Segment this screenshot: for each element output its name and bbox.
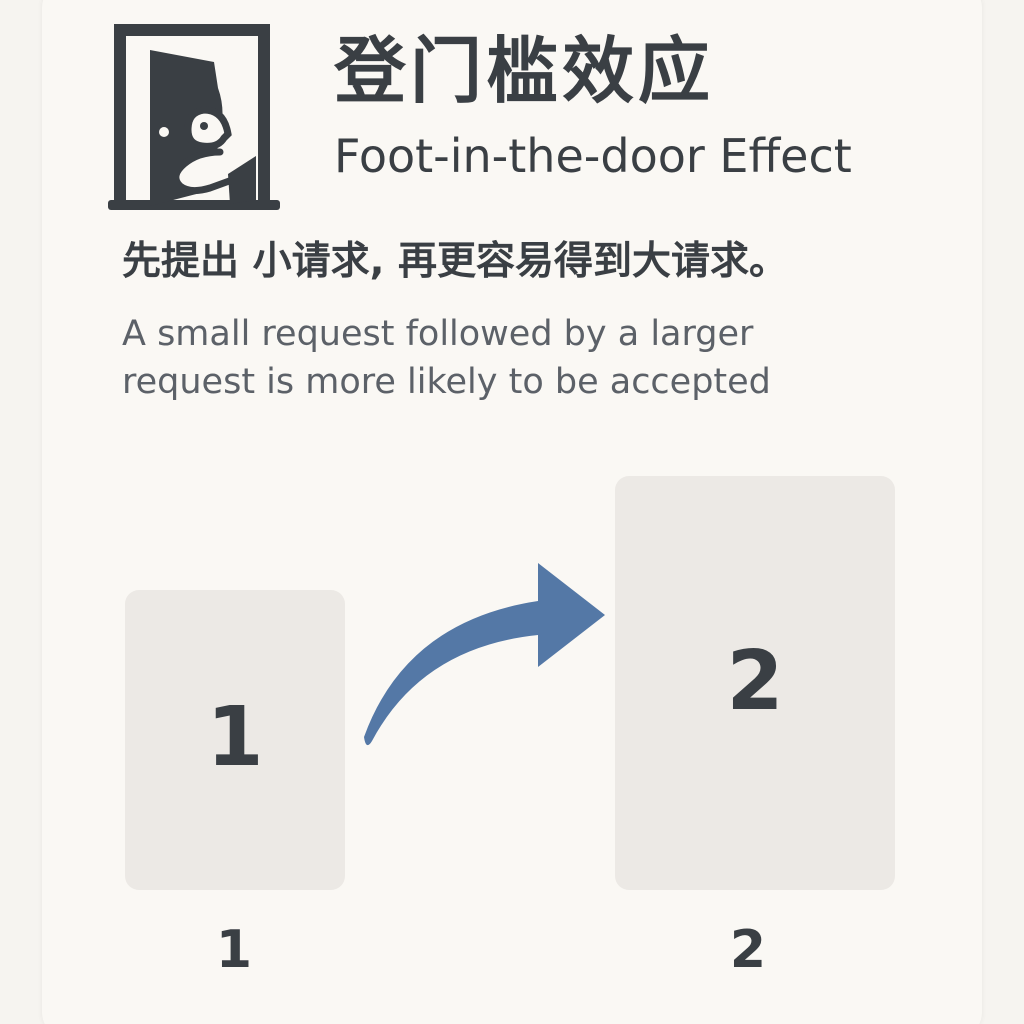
small-request-box: 1 bbox=[125, 590, 345, 890]
door-foot-icon bbox=[108, 24, 280, 210]
description-chinese: 先提出 小请求, 再更容易得到大请求。 bbox=[122, 239, 788, 284]
small-request-number: 1 bbox=[206, 690, 264, 785]
large-request-number: 2 bbox=[726, 634, 784, 729]
small-request-caption: 1 bbox=[215, 920, 253, 980]
large-request-box: 2 bbox=[615, 476, 895, 890]
curved-arrow-right-icon bbox=[364, 563, 605, 746]
description-english: A small request followed by a larger req… bbox=[122, 314, 771, 402]
title-chinese: 登门槛效应 bbox=[334, 29, 715, 113]
large-request-caption: 2 bbox=[729, 920, 767, 980]
title-english: Foot-in-the-door Effect bbox=[334, 129, 852, 183]
